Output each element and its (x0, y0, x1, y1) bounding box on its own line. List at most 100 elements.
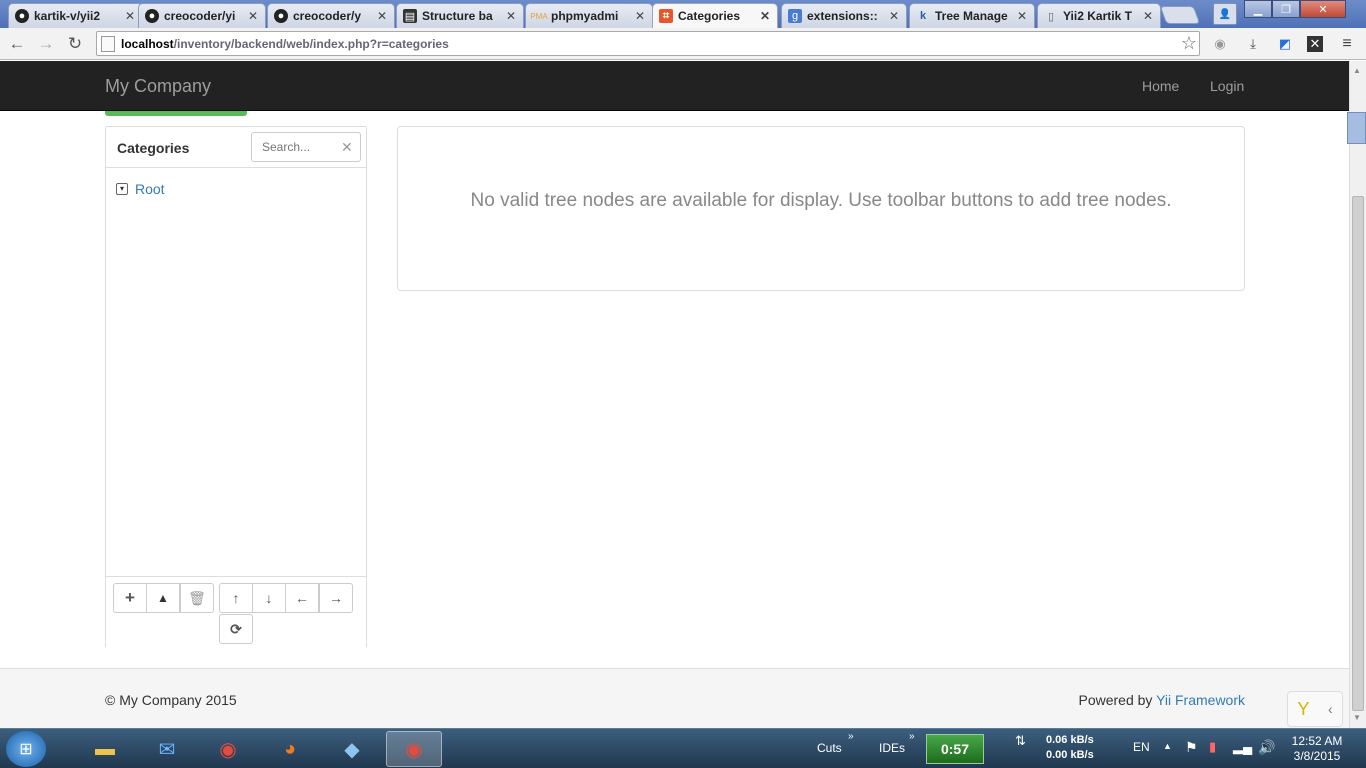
browser-tab-active[interactable]: ⌗ Categories ✕ (652, 3, 778, 28)
volume-icon[interactable]: 🔊 (1258, 739, 1275, 756)
browser-tab[interactable]: ▯ Yii2 Kartik T ✕ (1037, 3, 1161, 28)
tree-panel: Categories ✕ ▾ Root + ▲ 🗑 ↑ ↓ (105, 126, 367, 648)
address-bar[interactable]: localhost /inventory/backend/web/index.p… (96, 31, 1200, 56)
close-icon[interactable]: ✕ (124, 9, 136, 23)
close-icon[interactable]: ✕ (634, 9, 646, 23)
maximize-button[interactable]: ❐ (1272, 0, 1300, 18)
browser-tab-strip: ● kartik-v/yii2 ✕ ● creocoder/yi ✕ ● cre… (0, 0, 1366, 28)
page-scrollbar[interactable]: ▲ ▼ (1349, 61, 1366, 728)
phpmyadmin-icon: PMA (530, 11, 548, 21)
close-icon[interactable]: ✕ (1142, 9, 1154, 23)
web-page: My Company Home Login Categories ✕ ▾ Roo… (0, 61, 1349, 728)
close-icon[interactable]: ✕ (759, 9, 771, 23)
github-icon: ● (145, 9, 159, 23)
close-icon[interactable]: ✕ (376, 9, 388, 23)
windows-start-icon[interactable]: ⊞ (6, 731, 46, 767)
minimize-button[interactable]: ▁ (1244, 0, 1272, 18)
side-panel-tab[interactable] (1347, 112, 1366, 144)
dropbox-icon[interactable]: ◩ (1275, 34, 1295, 54)
close-icon[interactable]: ✕ (888, 9, 900, 23)
scroll-thumb[interactable] (1352, 196, 1364, 711)
tree-icon: ▲ (157, 591, 169, 605)
tray-expand-icon[interactable]: ▲ (1163, 741, 1172, 751)
site-navbar: My Company Home Login (0, 61, 1349, 111)
arrow-up-icon: ↑ (232, 590, 240, 606)
clear-search-icon[interactable]: ✕ (341, 139, 353, 156)
scroll-up-icon[interactable]: ▲ (1353, 66, 1361, 75)
firefox-icon[interactable]: ◕ (262, 731, 318, 767)
green-button-edge[interactable] (105, 111, 247, 116)
close-icon[interactable]: ✕ (1016, 9, 1028, 23)
page-icon: ▯ (1047, 10, 1055, 23)
action-center-flag-icon[interactable]: ⚑ (1185, 739, 1198, 756)
signal-icon[interactable]: ▂▄ (1233, 739, 1252, 755)
chevron-right-icon[interactable]: » (909, 731, 915, 742)
add-icon: + (125, 588, 135, 607)
back-icon[interactable]: ← (5, 32, 29, 56)
trash-icon: 🗑 (188, 589, 206, 606)
forward-icon[interactable]: → (34, 32, 58, 56)
add-node-button[interactable]: + (113, 583, 147, 613)
system-clock[interactable]: 12:52 AM 3/8/2015 (1283, 734, 1351, 764)
document-icon: ▤ (403, 9, 417, 23)
nav-home-link[interactable]: Home (1142, 78, 1179, 94)
browser-tab[interactable]: ● creocoder/yi ✕ (138, 3, 266, 28)
chevron-right-icon[interactable]: » (848, 731, 854, 742)
file-explorer-icon[interactable]: ▬ (77, 731, 133, 767)
browser-tab[interactable]: k Tree Manage ✕ (909, 3, 1035, 28)
yii-debug-toolbar[interactable]: Y ‹ (1287, 691, 1343, 727)
tree-root-node[interactable]: ▾ Root (116, 181, 165, 197)
page-icon (101, 35, 115, 52)
chrome-icon[interactable]: ◉ (200, 731, 256, 767)
x-extension-icon[interactable]: ✕ (1307, 36, 1323, 52)
chrome-active-icon[interactable]: ◉ (386, 731, 442, 767)
virtualbox-icon[interactable]: ◆ (324, 731, 380, 767)
profile-icon[interactable]: 👤 (1213, 3, 1237, 25)
extension-icon[interactable]: ◉ (1210, 34, 1230, 54)
language-indicator[interactable]: EN (1133, 740, 1150, 754)
cuts-toolbar[interactable]: Cuts (817, 741, 842, 755)
ides-toolbar[interactable]: IDEs (879, 741, 905, 755)
new-tab-button[interactable] (1159, 6, 1201, 24)
nav-login-link[interactable]: Login (1210, 78, 1244, 94)
timer-widget[interactable]: 0:57 (926, 734, 984, 764)
close-icon[interactable]: ✕ (247, 9, 259, 23)
add-root-button[interactable]: ▲ (146, 583, 180, 613)
move-up-button[interactable]: ↑ (219, 583, 253, 613)
bookmark-star-icon[interactable]: ☆ (1181, 33, 1197, 54)
menu-icon[interactable]: ≡ (1337, 34, 1357, 54)
root-label[interactable]: Root (135, 181, 165, 197)
browser-tab[interactable]: ● kartik-v/yii2 ✕ (8, 3, 143, 28)
refresh-button[interactable]: ⟳ (219, 614, 253, 644)
browser-tab[interactable]: ▤ Structure ba ✕ (396, 3, 524, 28)
reload-icon[interactable]: ↻ (63, 32, 87, 56)
windows-taskbar: ⊞ ▬ ✉ ◉ ◕ ◆ ◉ Cuts » IDEs » 0:57 ⇅ 0.06 … (0, 728, 1366, 768)
thunderbird-icon[interactable]: ✉ (139, 731, 195, 767)
move-right-button[interactable]: → (319, 583, 353, 613)
download-speed: 0.00 kB/s (1046, 749, 1094, 761)
browser-tab[interactable]: PMA phpmyadmi ✕ (525, 3, 653, 28)
tree-title: Categories (117, 140, 190, 156)
remove-node-button[interactable]: 🗑 (180, 583, 214, 613)
power-status-icon[interactable]: ▮ (1209, 739, 1216, 755)
arrow-down-icon: ↓ (265, 590, 273, 606)
scroll-down-icon[interactable]: ▼ (1353, 713, 1361, 722)
browser-tab[interactable]: ● creocoder/y ✕ (267, 3, 395, 28)
krajee-icon: k (919, 10, 927, 22)
brand-link[interactable]: My Company (105, 76, 211, 97)
collapse-toggle-icon[interactable]: ▾ (116, 183, 128, 195)
move-down-button[interactable]: ↓ (252, 583, 286, 613)
close-icon[interactable]: ✕ (505, 9, 517, 23)
chevron-left-icon[interactable]: ‹ (1328, 701, 1333, 717)
download-icon[interactable]: ⤓ (1243, 34, 1263, 54)
window-close-button[interactable]: ✕ (1300, 0, 1346, 18)
page-footer: © My Company 2015 Powered by Yii Framewo… (0, 668, 1349, 728)
clock-date: 3/8/2015 (1293, 749, 1341, 763)
browser-toolbar: ← → ↻ localhost /inventory/backend/web/i… (0, 28, 1366, 60)
tree-header: Categories ✕ (106, 127, 366, 168)
move-left-button[interactable]: ← (285, 583, 319, 613)
upload-speed: 0.06 kB/s (1046, 734, 1094, 746)
empty-tree-message: No valid tree nodes are available for di… (470, 190, 1172, 211)
browser-tab[interactable]: g extensions:: ✕ (781, 3, 907, 28)
yii-framework-link[interactable]: Yii Framework (1156, 692, 1245, 708)
